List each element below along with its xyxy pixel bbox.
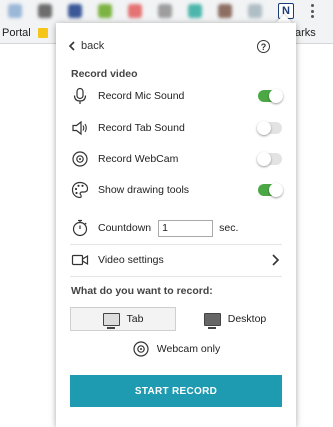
extension-icon[interactable] <box>188 4 202 18</box>
extension-icon[interactable] <box>128 4 142 18</box>
back-label: back <box>81 40 105 52</box>
option-drawing-tools: Show drawing tools <box>70 180 283 200</box>
speaker-icon <box>70 119 90 137</box>
bookmark-folder-icon[interactable] <box>38 28 48 38</box>
browser-menu-icon[interactable] <box>311 4 315 18</box>
chevron-right-icon <box>272 254 280 266</box>
desktop-monitor-icon <box>203 312 221 329</box>
extension-icon[interactable] <box>158 4 172 18</box>
mode-tab-button[interactable]: Tab <box>70 307 176 331</box>
countdown-row: Countdown sec. <box>70 218 282 238</box>
countdown-unit: sec. <box>219 222 239 234</box>
help-icon[interactable]: ? <box>257 40 270 53</box>
extension-icon[interactable] <box>98 4 112 18</box>
back-button[interactable]: back <box>68 40 104 52</box>
video-settings-label: Video settings <box>98 254 164 266</box>
record-video-title: Record video <box>71 68 138 80</box>
stopwatch-icon <box>70 219 90 237</box>
mode-label: Desktop <box>227 313 267 325</box>
webcam-toggle[interactable] <box>257 152 282 166</box>
mode-webcam-only-button[interactable]: Webcam only <box>116 337 236 361</box>
start-record-button[interactable]: START RECORD <box>70 375 282 407</box>
bookmark-other[interactable]: arks <box>295 27 316 39</box>
extension-icon[interactable] <box>248 4 262 18</box>
recorder-popup: back ? Record video Record Mic Sound Rec… <box>56 23 296 427</box>
extension-icon[interactable] <box>68 4 82 18</box>
divider <box>70 276 282 277</box>
tab-monitor-icon <box>102 312 120 329</box>
option-label: Record WebCam <box>98 153 179 165</box>
option-label: Record Tab Sound <box>98 122 185 134</box>
video-settings-row[interactable]: Video settings <box>70 250 282 270</box>
option-mic-sound: Record Mic Sound <box>70 86 283 106</box>
divider <box>70 244 282 245</box>
bookmark-portal[interactable]: Portal <box>2 27 31 39</box>
extension-icon[interactable] <box>218 4 232 18</box>
extension-icon[interactable] <box>38 4 52 18</box>
countdown-input[interactable] <box>158 219 214 237</box>
option-label: Record Mic Sound <box>98 90 185 102</box>
chevron-left-icon <box>68 41 75 51</box>
countdown-label: Countdown <box>98 222 152 234</box>
microphone-icon <box>70 87 90 105</box>
webcam-icon <box>132 340 150 358</box>
mode-label: Tab <box>126 313 144 325</box>
mode-label: Webcam only <box>156 343 221 355</box>
extension-icon[interactable] <box>8 4 22 18</box>
option-webcam: Record WebCam <box>70 149 282 169</box>
option-label: Show drawing tools <box>98 184 190 196</box>
drawing-tools-toggle[interactable] <box>258 183 283 197</box>
record-target-title: What do you want to record: <box>71 285 213 297</box>
option-tab-sound: Record Tab Sound <box>70 118 282 138</box>
tab-sound-toggle[interactable] <box>257 121 282 135</box>
video-camera-icon <box>70 251 90 269</box>
palette-icon <box>70 181 90 199</box>
webcam-icon <box>70 150 90 168</box>
mic-sound-toggle[interactable] <box>258 89 283 103</box>
mode-desktop-button[interactable]: Desktop <box>188 307 282 331</box>
